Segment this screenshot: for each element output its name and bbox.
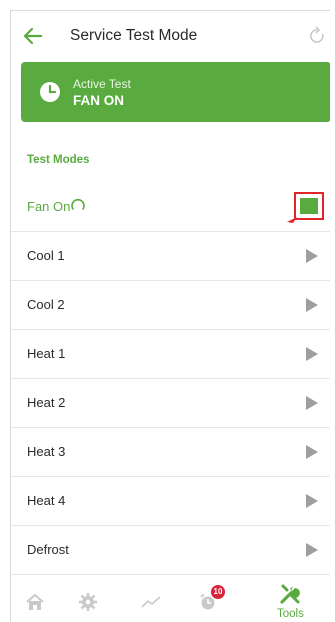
section-title: Test Modes bbox=[27, 154, 90, 166]
pointer-marker-icon bbox=[287, 217, 297, 223]
play-icon[interactable] bbox=[306, 396, 318, 410]
test-mode-row-fan-on[interactable]: Fan On bbox=[11, 183, 330, 232]
tab-tools[interactable]: Tools bbox=[249, 581, 330, 622]
play-icon[interactable] bbox=[306, 494, 318, 508]
test-mode-row[interactable]: Cool 2 bbox=[11, 281, 330, 330]
test-mode-label: Defrost bbox=[27, 542, 69, 557]
play-icon[interactable] bbox=[306, 445, 318, 459]
test-mode-row[interactable]: Heat 4 bbox=[11, 477, 330, 526]
header: Service Test Mode bbox=[11, 11, 330, 61]
tools-icon bbox=[280, 584, 300, 604]
loading-spinner-icon bbox=[71, 198, 85, 210]
test-mode-label: Heat 1 bbox=[27, 346, 66, 361]
gear-icon bbox=[79, 593, 97, 611]
tab-home[interactable] bbox=[11, 581, 75, 622]
arrow-left-icon[interactable] bbox=[23, 26, 43, 46]
tab-trends[interactable] bbox=[139, 581, 189, 622]
stop-test-button[interactable] bbox=[294, 192, 324, 220]
active-test-label: Active Test bbox=[73, 77, 131, 91]
test-mode-row[interactable]: Heat 1 bbox=[11, 330, 330, 379]
active-test-banner: Active Test FAN ON bbox=[21, 62, 330, 122]
test-mode-label: Heat 2 bbox=[27, 395, 66, 410]
test-mode-label: Heat 3 bbox=[27, 444, 66, 459]
test-mode-row[interactable]: Cool 1 bbox=[11, 232, 330, 281]
refresh-icon[interactable] bbox=[308, 25, 326, 47]
active-test-status: FAN ON bbox=[73, 93, 125, 108]
tab-alarms[interactable]: 10 bbox=[189, 581, 249, 622]
play-icon[interactable] bbox=[306, 543, 318, 557]
test-mode-label: Heat 4 bbox=[27, 493, 66, 508]
play-icon[interactable] bbox=[306, 347, 318, 361]
clock-icon bbox=[40, 82, 60, 102]
test-mode-row[interactable]: Defrost bbox=[11, 526, 330, 575]
play-icon[interactable] bbox=[306, 298, 318, 312]
tab-tools-label: Tools bbox=[277, 608, 304, 620]
play-icon[interactable] bbox=[306, 249, 318, 263]
stop-square-icon bbox=[300, 198, 318, 214]
service-test-mode-screen: Service Test Mode Active Test FAN ON Tes… bbox=[10, 10, 330, 622]
alarm-count-badge: 10 bbox=[211, 585, 225, 599]
test-mode-label: Cool 2 bbox=[27, 297, 65, 312]
bottom-tab-bar: 10 Tools bbox=[11, 581, 330, 622]
home-icon bbox=[26, 593, 44, 610]
test-mode-row[interactable]: Heat 2 bbox=[11, 379, 330, 428]
test-mode-label: Cool 1 bbox=[27, 248, 65, 263]
tab-settings[interactable] bbox=[75, 581, 139, 622]
trend-chart-icon bbox=[141, 596, 161, 608]
test-mode-label: Fan On bbox=[27, 199, 71, 214]
page-title: Service Test Mode bbox=[70, 27, 198, 44]
test-mode-row[interactable]: Heat 3 bbox=[11, 428, 330, 477]
